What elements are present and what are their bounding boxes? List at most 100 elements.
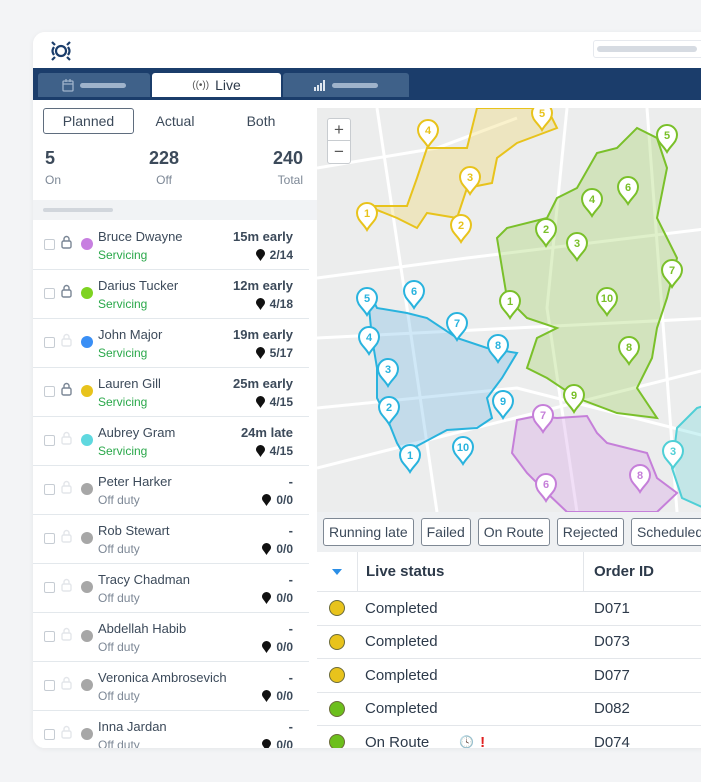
route-stop-pin[interactable]: 10: [451, 436, 475, 467]
live-status: Completed: [365, 599, 438, 617]
lock-icon[interactable]: [61, 627, 72, 641]
tab-live[interactable]: ((•)) Live: [152, 73, 281, 97]
tab-schedule[interactable]: [38, 73, 150, 97]
lock-icon[interactable]: [61, 725, 72, 739]
clock-icon: 🕓: [459, 735, 475, 748]
lock-icon[interactable]: [61, 676, 72, 690]
pin-label: 5: [539, 108, 545, 120]
driver-row[interactable]: Aubrey Gram Servicing 24m late 4/15: [33, 417, 309, 466]
table-row[interactable]: Completed D073: [317, 626, 701, 659]
route-stop-pin[interactable]: 4: [416, 119, 440, 150]
stat-total: 240 Total: [273, 148, 303, 187]
pin-label: 6: [625, 182, 631, 194]
pin-label: 4: [589, 194, 596, 206]
lock-icon[interactable]: [61, 480, 72, 494]
driver-time: -: [288, 523, 293, 538]
driver-checkbox[interactable]: [44, 582, 55, 593]
lock-icon[interactable]: [61, 431, 72, 445]
driver-row[interactable]: Darius Tucker Servicing 12m early 4/18: [33, 270, 309, 319]
list-header-placeholder: [43, 208, 113, 212]
column-order-id[interactable]: Order ID: [583, 552, 654, 591]
tab-analytics[interactable]: [283, 73, 409, 97]
driver-row[interactable]: Tracy Chadman Off duty - 0/0: [33, 564, 309, 613]
lock-icon[interactable]: [61, 284, 72, 298]
driver-row[interactable]: Peter Harker Off duty - 0/0: [33, 466, 309, 515]
driver-checkbox[interactable]: [44, 631, 55, 642]
table-body: Completed D071 Completed D073 Completed …: [317, 592, 701, 748]
order-id: D071: [594, 599, 630, 617]
map-pin-icon: [255, 396, 265, 408]
filter-chip[interactable]: Scheduled: [630, 518, 701, 546]
driver-color-dot: [81, 238, 93, 250]
driver-row[interactable]: Veronica Ambrosevich Off duty - 0/0: [33, 662, 309, 711]
stops-count: 0/0: [276, 493, 293, 507]
table-row[interactable]: Completed D082: [317, 693, 701, 726]
app-window: ((•)) Live Planned Actual Both 5 On 228 Of…: [33, 32, 701, 748]
driver-row[interactable]: John Major Servicing 19m early 5/17: [33, 319, 309, 368]
driver-stops: 0/0: [262, 493, 293, 507]
order-id: D082: [594, 700, 630, 718]
tab-placeholder: [332, 82, 378, 88]
filter-chip[interactable]: Running late: [323, 518, 414, 546]
driver-checkbox[interactable]: [44, 533, 55, 544]
toggle-actual[interactable]: Actual: [143, 108, 207, 134]
map-canvas[interactable]: 5 4 3 2 1 5 6 4 2 3 7 1 10 8 9 5 6 7 4 8 3 2 9 10 1 7 6 8 3: [317, 108, 701, 512]
zoom-out-button[interactable]: −: [328, 141, 350, 163]
column-live-status[interactable]: Live status: [357, 552, 583, 591]
filter-chip[interactable]: On Route: [477, 518, 550, 546]
lock-icon[interactable]: [61, 578, 72, 592]
driver-checkbox[interactable]: [44, 337, 55, 348]
pin-label: 3: [670, 446, 676, 458]
driver-status: Servicing: [98, 444, 148, 458]
zoom-in-button[interactable]: +: [328, 119, 350, 141]
stat-label: On: [45, 173, 62, 187]
lock-icon[interactable]: [61, 235, 72, 249]
status-dot: [329, 667, 345, 684]
driver-checkbox[interactable]: [44, 729, 55, 740]
sort-arrow-icon[interactable]: [317, 552, 357, 591]
driver-checkbox[interactable]: [44, 435, 55, 446]
order-id: D077: [594, 666, 630, 684]
toggle-planned[interactable]: Planned: [43, 108, 134, 134]
pin-label: 2: [386, 402, 392, 414]
driver-checkbox[interactable]: [44, 288, 55, 299]
route-stop-pin[interactable]: 1: [498, 290, 522, 321]
driver-status: Off duty: [98, 738, 140, 748]
route-stop-pin[interactable]: 9: [562, 384, 586, 415]
driver-color-dot: [81, 483, 93, 495]
toggle-both[interactable]: Both: [229, 108, 293, 134]
driver-row[interactable]: Lauren Gill Servicing 25m early 4/15: [33, 368, 309, 417]
driver-checkbox[interactable]: [44, 484, 55, 495]
pin-label: 2: [543, 224, 549, 236]
filter-chip[interactable]: Rejected: [556, 518, 624, 546]
pin-label: 9: [500, 396, 506, 408]
status-dot: [329, 633, 345, 650]
map[interactable]: 5 4 3 2 1 5 6 4 2 3 7 1 10 8 9 5 6 7 4 8 3 2 9 10 1 7 6 8 3 + −: [317, 108, 701, 512]
route-stop-pin[interactable]: 9: [491, 390, 515, 421]
driver-checkbox[interactable]: [44, 680, 55, 691]
stops-count: 4/15: [269, 444, 293, 458]
driver-stops: 0/0: [262, 542, 293, 556]
driver-row[interactable]: Inna Jardan Off duty - 0/0: [33, 711, 309, 748]
driver-name: John Major: [98, 327, 163, 342]
driver-row[interactable]: Bruce Dwayne Servicing 15m early 2/14: [33, 221, 309, 270]
route-stop-pin[interactable]: 1: [355, 202, 379, 233]
table-row[interactable]: Completed D071: [317, 592, 701, 626]
lock-icon[interactable]: [61, 333, 72, 347]
driver-checkbox[interactable]: [44, 239, 55, 250]
route-stop-pin[interactable]: 2: [449, 214, 473, 245]
pin-label: 1: [507, 296, 513, 308]
driver-row[interactable]: Rob Stewart Off duty - 0/0: [33, 515, 309, 564]
map-pin-icon: [262, 494, 272, 506]
order-id: D073: [594, 633, 630, 651]
filter-chip[interactable]: Failed: [420, 518, 471, 546]
route-area: [495, 126, 679, 420]
driver-checkbox[interactable]: [44, 386, 55, 397]
route-stop-pin[interactable]: 1: [398, 444, 422, 475]
lock-icon[interactable]: [61, 529, 72, 543]
driver-row[interactable]: Abdellah Habib Off duty - 0/0: [33, 613, 309, 662]
table-row[interactable]: On Route 🕓! D074: [317, 726, 701, 748]
lock-icon[interactable]: [61, 382, 72, 396]
status-filters: Running late Failed On Route Rejected Schedu…: [317, 512, 701, 552]
table-row[interactable]: Completed D077: [317, 659, 701, 693]
